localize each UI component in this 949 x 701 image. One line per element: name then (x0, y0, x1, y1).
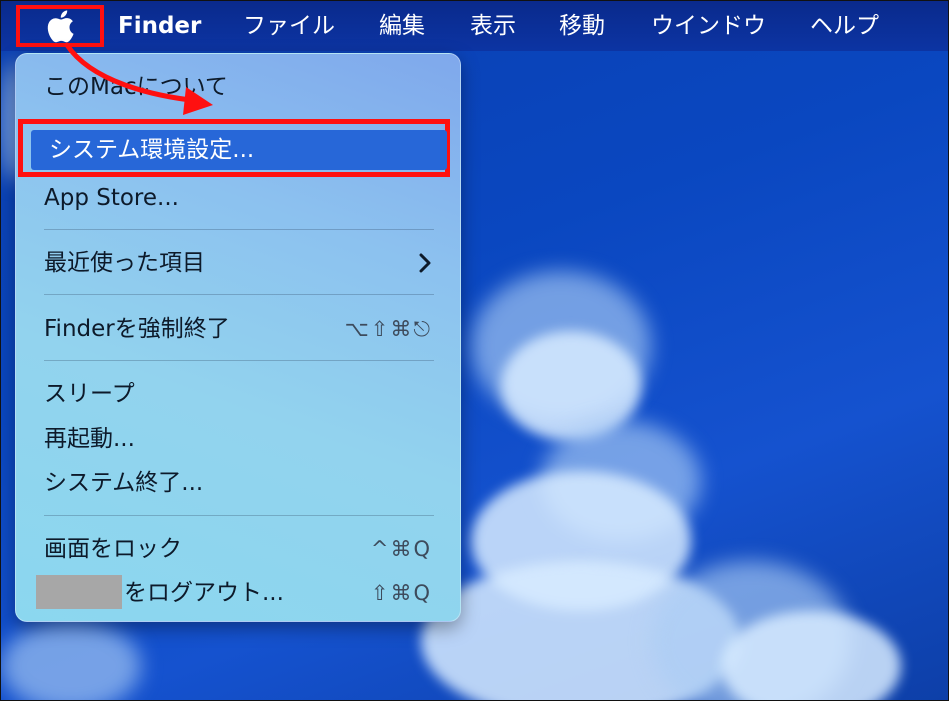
menu-item-force-quit[interactable]: Finderを強制終了 (44, 315, 230, 343)
menu-separator (44, 294, 434, 295)
menu-item-logout[interactable]: をログアウト... (124, 579, 284, 607)
menu-item-shutdown[interactable]: システム終了... (44, 469, 203, 497)
menu-item-sleep[interactable]: スリープ (44, 380, 135, 408)
menu-item-recent-items[interactable]: 最近使った項目 (44, 249, 205, 277)
cloud (1, 621, 141, 700)
menu-item-lock-screen[interactable]: 画面をロック (44, 535, 182, 563)
logout-shortcut: ⇧⌘Q (370, 581, 432, 605)
menu-separator (44, 515, 434, 516)
menu-separator (44, 229, 434, 230)
force-quit-shortcut: ⌥⇧⌘⎋ (344, 317, 432, 341)
annotation-arrow (64, 42, 213, 115)
redacted-username (36, 575, 122, 609)
menu-separator (44, 360, 434, 361)
desktop: Finder ファイル 編集 表示 移動 ウインドウ ヘルプ このMacについて… (0, 0, 949, 701)
lock-screen-shortcut: ^⌘Q (370, 537, 432, 561)
chevron-right-icon (419, 253, 431, 273)
menu-item-restart[interactable]: 再起動... (44, 425, 135, 453)
